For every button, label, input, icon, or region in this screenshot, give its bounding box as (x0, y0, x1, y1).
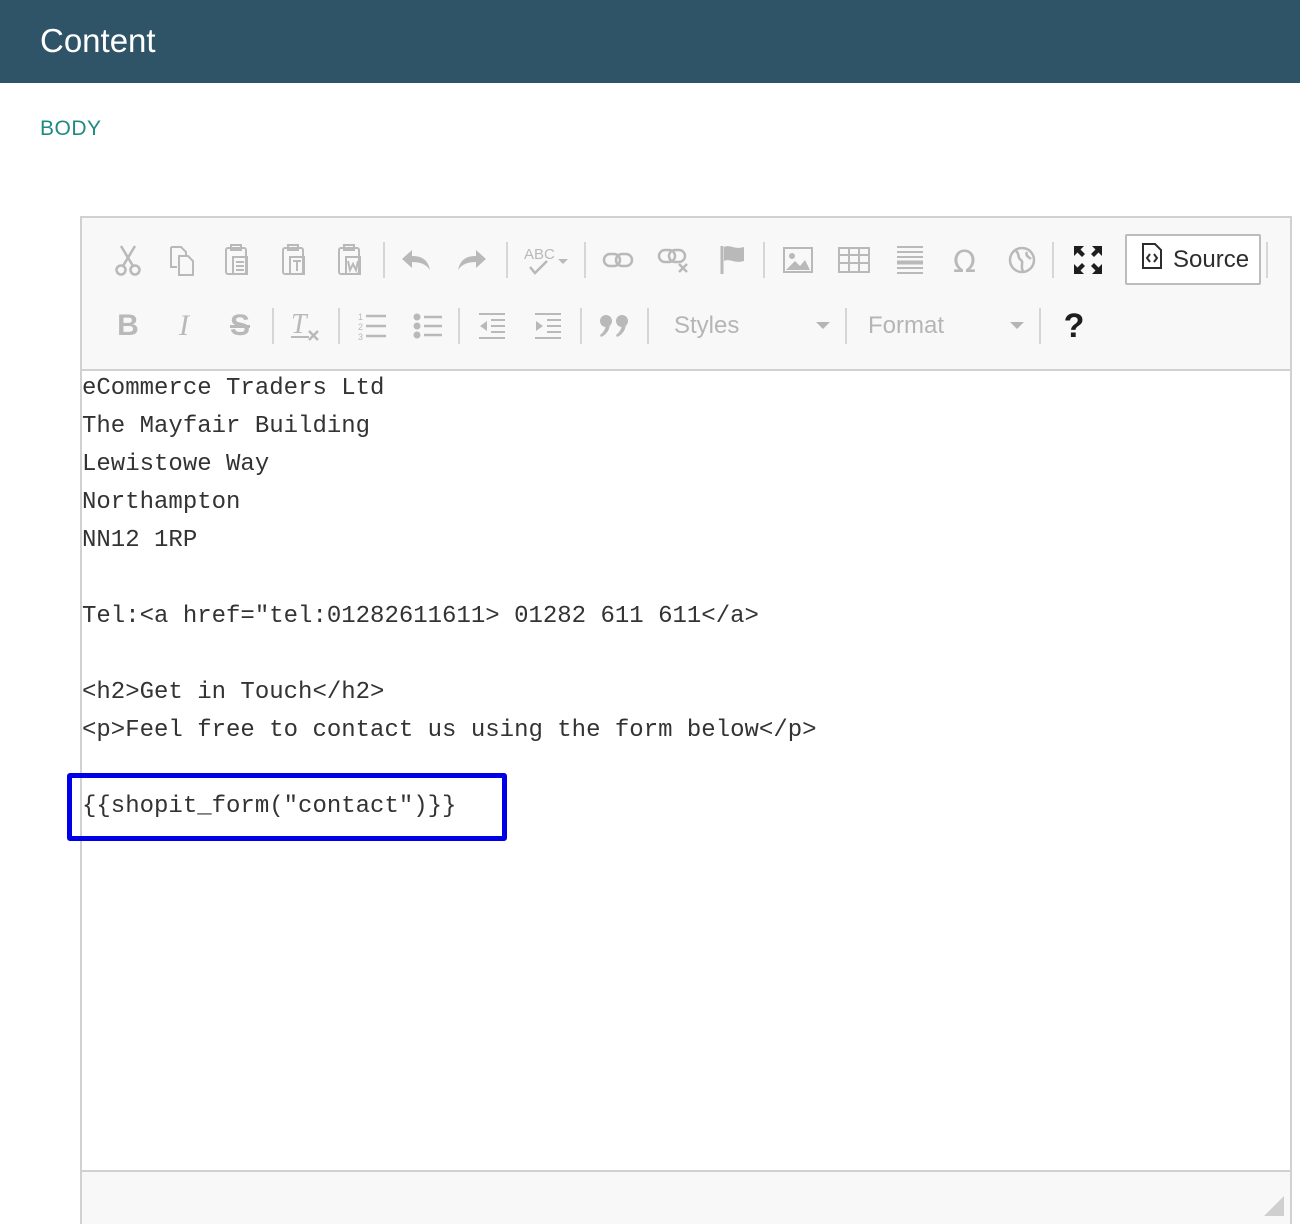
svg-text:T: T (291, 309, 309, 340)
anchor-icon[interactable] (712, 240, 752, 280)
remove-format-icon[interactable]: T (284, 306, 324, 346)
toolbar-separator (763, 242, 765, 278)
undo-icon[interactable] (396, 240, 436, 280)
bold-icon-label: B (117, 309, 139, 342)
italic-icon-label: I (179, 309, 189, 342)
numbered-list-icon[interactable]: 123 (352, 306, 392, 346)
source-button-label: Source (1173, 245, 1250, 273)
format-dropdown[interactable]: Format (868, 306, 1024, 346)
format-dropdown-label: Format (868, 312, 945, 339)
bulleted-list-icon[interactable] (408, 306, 448, 346)
iframe-icon[interactable] (1002, 240, 1042, 280)
chevron-down-icon (816, 322, 830, 329)
help-icon[interactable]: ? (1054, 306, 1094, 346)
italic-icon[interactable]: I (164, 306, 204, 346)
toolbar-separator (647, 308, 649, 344)
svg-text:3: 3 (358, 332, 363, 341)
maximize-icon[interactable] (1068, 240, 1108, 280)
resize-handle-icon[interactable] (1264, 1196, 1284, 1216)
help-icon-label: ? (1063, 306, 1085, 345)
toolbar-separator (383, 242, 385, 278)
outdent-icon[interactable] (472, 306, 512, 346)
page-title: Content (40, 22, 156, 59)
redo-icon[interactable] (452, 240, 492, 280)
toolbar-separator (458, 308, 460, 344)
strike-icon[interactable]: S (220, 306, 260, 346)
toolbar-separator (584, 242, 586, 278)
indent-icon[interactable] (528, 306, 568, 346)
source-line: NN12 1RP (82, 527, 198, 554)
source-line: Tel:<a href="tel:01282611611> 01282 611 … (82, 603, 759, 630)
unlink-icon[interactable] (654, 240, 694, 280)
svg-text:ABC: ABC (524, 246, 555, 263)
toolbar-separator (338, 308, 340, 344)
editor-statusbar (82, 1170, 1290, 1224)
body-field-label: BODY (40, 117, 102, 140)
blockquote-icon[interactable] (594, 306, 634, 346)
highlight-box (67, 773, 507, 841)
image-icon[interactable] (778, 240, 818, 280)
editor-source-area[interactable]: eCommerce Traders Ltd The Mayfair Buildi… (82, 370, 1290, 1170)
source-line: The Mayfair Building (82, 413, 371, 440)
toolbar-separator (1039, 308, 1041, 344)
horizontal-rule-icon[interactable] (890, 240, 930, 280)
special-char-icon[interactable]: Ω (946, 240, 986, 280)
source-icon (1141, 242, 1163, 277)
styles-dropdown-label: Styles (674, 312, 740, 339)
source-line: <h2>Get in Touch</h2> (82, 679, 385, 706)
copy-icon[interactable] (162, 240, 202, 280)
source-button[interactable]: Source (1125, 234, 1261, 285)
svg-text:Ω: Ω (953, 245, 976, 276)
toolbar-separator (580, 308, 582, 344)
paste-icon[interactable] (217, 240, 257, 280)
svg-text:1: 1 (358, 312, 363, 322)
rich-text-editor: ABC Ω Source B I S T 1 2 3 Styles Format… (80, 216, 1292, 1224)
content-header: Content (0, 0, 1300, 83)
bold-icon[interactable]: B (108, 306, 148, 346)
strike-icon-label: S (229, 309, 250, 342)
link-icon[interactable] (598, 240, 638, 280)
source-line: <p>Feel free to contact us using the for… (82, 717, 817, 744)
source-line: eCommerce Traders Ltd (82, 375, 385, 402)
toolbar-separator (845, 308, 847, 344)
editor-toolbar: ABC Ω Source B I S T 1 2 3 Styles Format… (82, 218, 1290, 371)
paste-text-icon[interactable] (274, 240, 314, 280)
cut-icon[interactable] (108, 240, 148, 280)
chevron-down-icon (1010, 322, 1024, 329)
toolbar-separator (506, 242, 508, 278)
source-line: Northampton (82, 489, 241, 516)
paste-word-icon[interactable] (330, 240, 370, 280)
toolbar-separator (272, 308, 274, 344)
svg-text:2: 2 (358, 322, 363, 332)
table-icon[interactable] (834, 240, 874, 280)
spellcheck-icon[interactable]: ABC (522, 240, 570, 280)
toolbar-separator (1266, 242, 1268, 278)
toolbar-separator (1052, 242, 1054, 278)
source-line: Lewistowe Way (82, 451, 270, 478)
styles-dropdown[interactable]: Styles (674, 306, 830, 346)
